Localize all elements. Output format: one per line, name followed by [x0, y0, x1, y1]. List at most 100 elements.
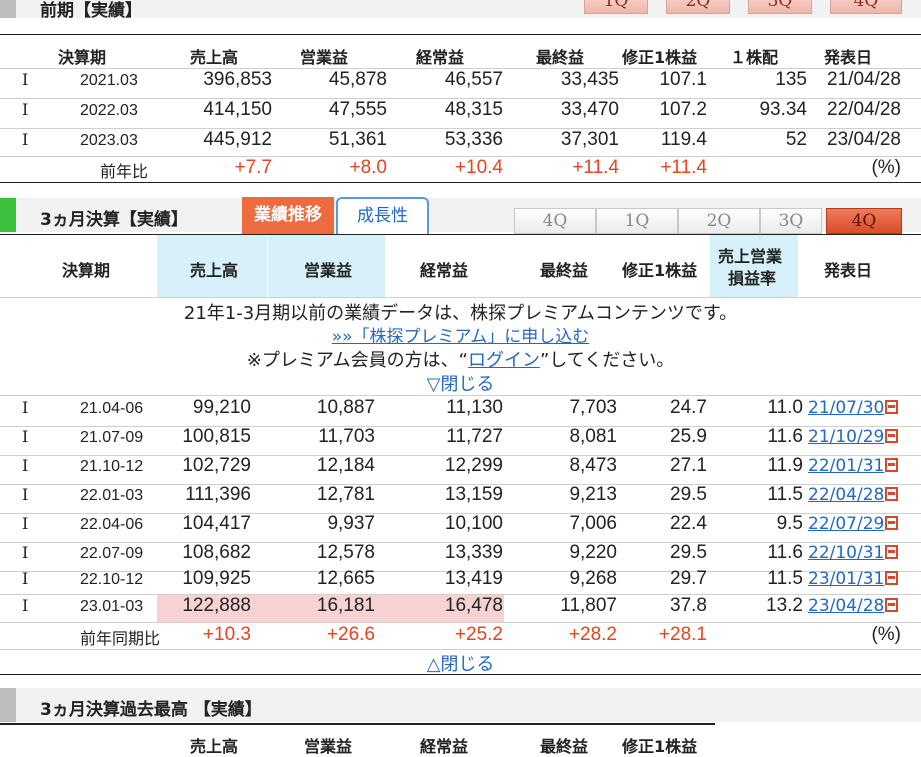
row-div: 93.34 [759, 99, 807, 120]
annual-title: 前期【実績】 [40, 1, 142, 21]
qtab-2q[interactable]: 2Q [678, 208, 760, 234]
yoy-net: +28.2 [568, 624, 617, 645]
row-ord: 12,299 [444, 455, 503, 476]
release-date-link[interactable]: 23/04/28 [808, 596, 884, 616]
q-col-date: 発表日 [824, 261, 873, 280]
annual-tab-4q[interactable]: 4Q [830, 0, 902, 14]
q-head-rule [0, 297, 921, 298]
annual-top-rule [0, 34, 921, 35]
row-date: 22/04/28 [827, 99, 901, 120]
row-mark: I [22, 427, 29, 446]
row-op: 12,665 [316, 568, 375, 589]
pdf-icon[interactable] [885, 598, 899, 612]
login-notice: ※プレミアム会員の方は、“ログイン”してください。 [0, 346, 921, 372]
annual-col-date: 発表日 [824, 48, 873, 67]
row-date-cell: 22/07/29 [808, 514, 899, 534]
qtab-3q[interactable]: 3Q [760, 208, 822, 234]
pdf-icon[interactable] [885, 516, 899, 530]
yoy-label: 前年同期比 [80, 629, 161, 648]
row-eps: 27.1 [670, 455, 707, 476]
row-eps: 107.2 [659, 99, 707, 120]
row-period: 21.04-06 [80, 400, 144, 417]
row-mark: I [22, 485, 29, 504]
release-date-link[interactable]: 22/07/29 [808, 514, 884, 534]
row-net: 9,268 [569, 568, 617, 589]
pdf-icon[interactable] [885, 487, 899, 501]
pdf-icon[interactable] [885, 400, 899, 414]
row-op: 16,181 [316, 595, 375, 616]
tab-performance-trend[interactable]: 業績推移 [242, 197, 334, 235]
annual-bottom-rule [0, 182, 921, 183]
row-period: 2021.03 [80, 72, 138, 89]
row-period: 22.04-06 [80, 516, 144, 533]
row-ord: 13,419 [444, 568, 503, 589]
annual-tab-2q[interactable]: 2Q [666, 0, 730, 14]
q-col-ord: 経常益 [420, 261, 469, 280]
release-date-link[interactable]: 22/01/31 [808, 456, 884, 476]
row-date-cell: 23/04/28 [808, 596, 899, 616]
row-period: 2023.03 [80, 132, 138, 149]
row-margin: 9.5 [776, 513, 803, 534]
release-date-link[interactable]: 21/07/30 [808, 398, 884, 418]
yoy-sales: +7.7 [234, 157, 272, 178]
row-sales: 102,729 [182, 455, 251, 476]
release-date-link[interactable]: 22/10/31 [808, 543, 884, 563]
row-op: 51,361 [328, 129, 387, 150]
qtab-4q[interactable]: 4Q [826, 208, 902, 234]
record-col-eps: 修正1株益 [622, 737, 698, 756]
row-eps: 107.1 [659, 69, 707, 90]
row-sales: 445,912 [203, 129, 272, 150]
row-date-cell: 22/10/31 [808, 543, 899, 563]
yoy-ord: +10.4 [454, 157, 503, 178]
yoy-sales: +10.3 [202, 624, 251, 645]
record-col-ord: 経常益 [420, 737, 469, 756]
record-col-sales: 売上高 [190, 737, 239, 756]
close-bottom-link[interactable]: △閉じる [0, 650, 921, 676]
q-col-sales: 売上高 [190, 261, 239, 280]
row-net: 9,213 [569, 484, 617, 505]
row-eps: 29.5 [670, 542, 707, 563]
release-date-link[interactable]: 23/01/31 [808, 569, 884, 589]
row-margin: 13.2 [766, 595, 803, 616]
pdf-icon[interactable] [885, 545, 899, 559]
qtab-4q-prev[interactable]: 4Q [514, 208, 596, 234]
qtab-1q[interactable]: 1Q [596, 208, 678, 234]
yoy-eps: +28.1 [658, 624, 707, 645]
row-period: 22.01-03 [80, 487, 144, 504]
notice-rule [0, 395, 921, 396]
row-eps: 119.4 [660, 129, 707, 150]
pdf-icon[interactable] [885, 429, 899, 443]
row-ord: 13,339 [444, 542, 503, 563]
row-op: 12,184 [316, 455, 375, 476]
annual-col-div: １株配 [730, 48, 779, 67]
row-mark: I [22, 100, 29, 119]
annual-tab-3q[interactable]: 3Q [748, 0, 812, 14]
record-top-rule [0, 723, 715, 725]
row-sales: 108,682 [182, 542, 251, 563]
q-col-net: 最終益 [540, 261, 589, 280]
row-op: 45,878 [328, 69, 387, 90]
pdf-icon[interactable] [885, 458, 899, 472]
release-date-link[interactable]: 22/04/28 [808, 485, 884, 505]
row-op: 9,937 [327, 513, 375, 534]
premium-signup-link[interactable]: »»「株探プレミアム」に申し込む [332, 327, 590, 347]
premium-link-row: »»「株探プレミアム」に申し込む [0, 322, 921, 347]
tab-growth[interactable]: 成長性 [336, 197, 429, 235]
annual-col-sales: 売上高 [190, 48, 239, 67]
row-net: 33,435 [560, 69, 619, 90]
yoy-label: 前年比 [100, 162, 149, 181]
row-margin: 11.6 [767, 426, 803, 447]
row-date: 21/04/28 [827, 69, 901, 90]
annual-col-ord: 経常益 [416, 48, 465, 67]
close-top-link[interactable]: ▽閉じる [0, 370, 921, 396]
row-mark: I [22, 543, 29, 562]
release-date-link[interactable]: 21/10/29 [808, 427, 884, 447]
row-div: 135 [775, 69, 807, 90]
row-period: 2022.03 [80, 102, 138, 119]
login-link[interactable]: ログイン [468, 350, 540, 371]
row-date-cell: 21/07/30 [808, 398, 899, 418]
pdf-icon[interactable] [885, 571, 899, 585]
row-mark: I [22, 130, 29, 149]
annual-tab-1q[interactable]: 1Q [584, 0, 648, 14]
row-eps: 29.7 [670, 568, 707, 589]
